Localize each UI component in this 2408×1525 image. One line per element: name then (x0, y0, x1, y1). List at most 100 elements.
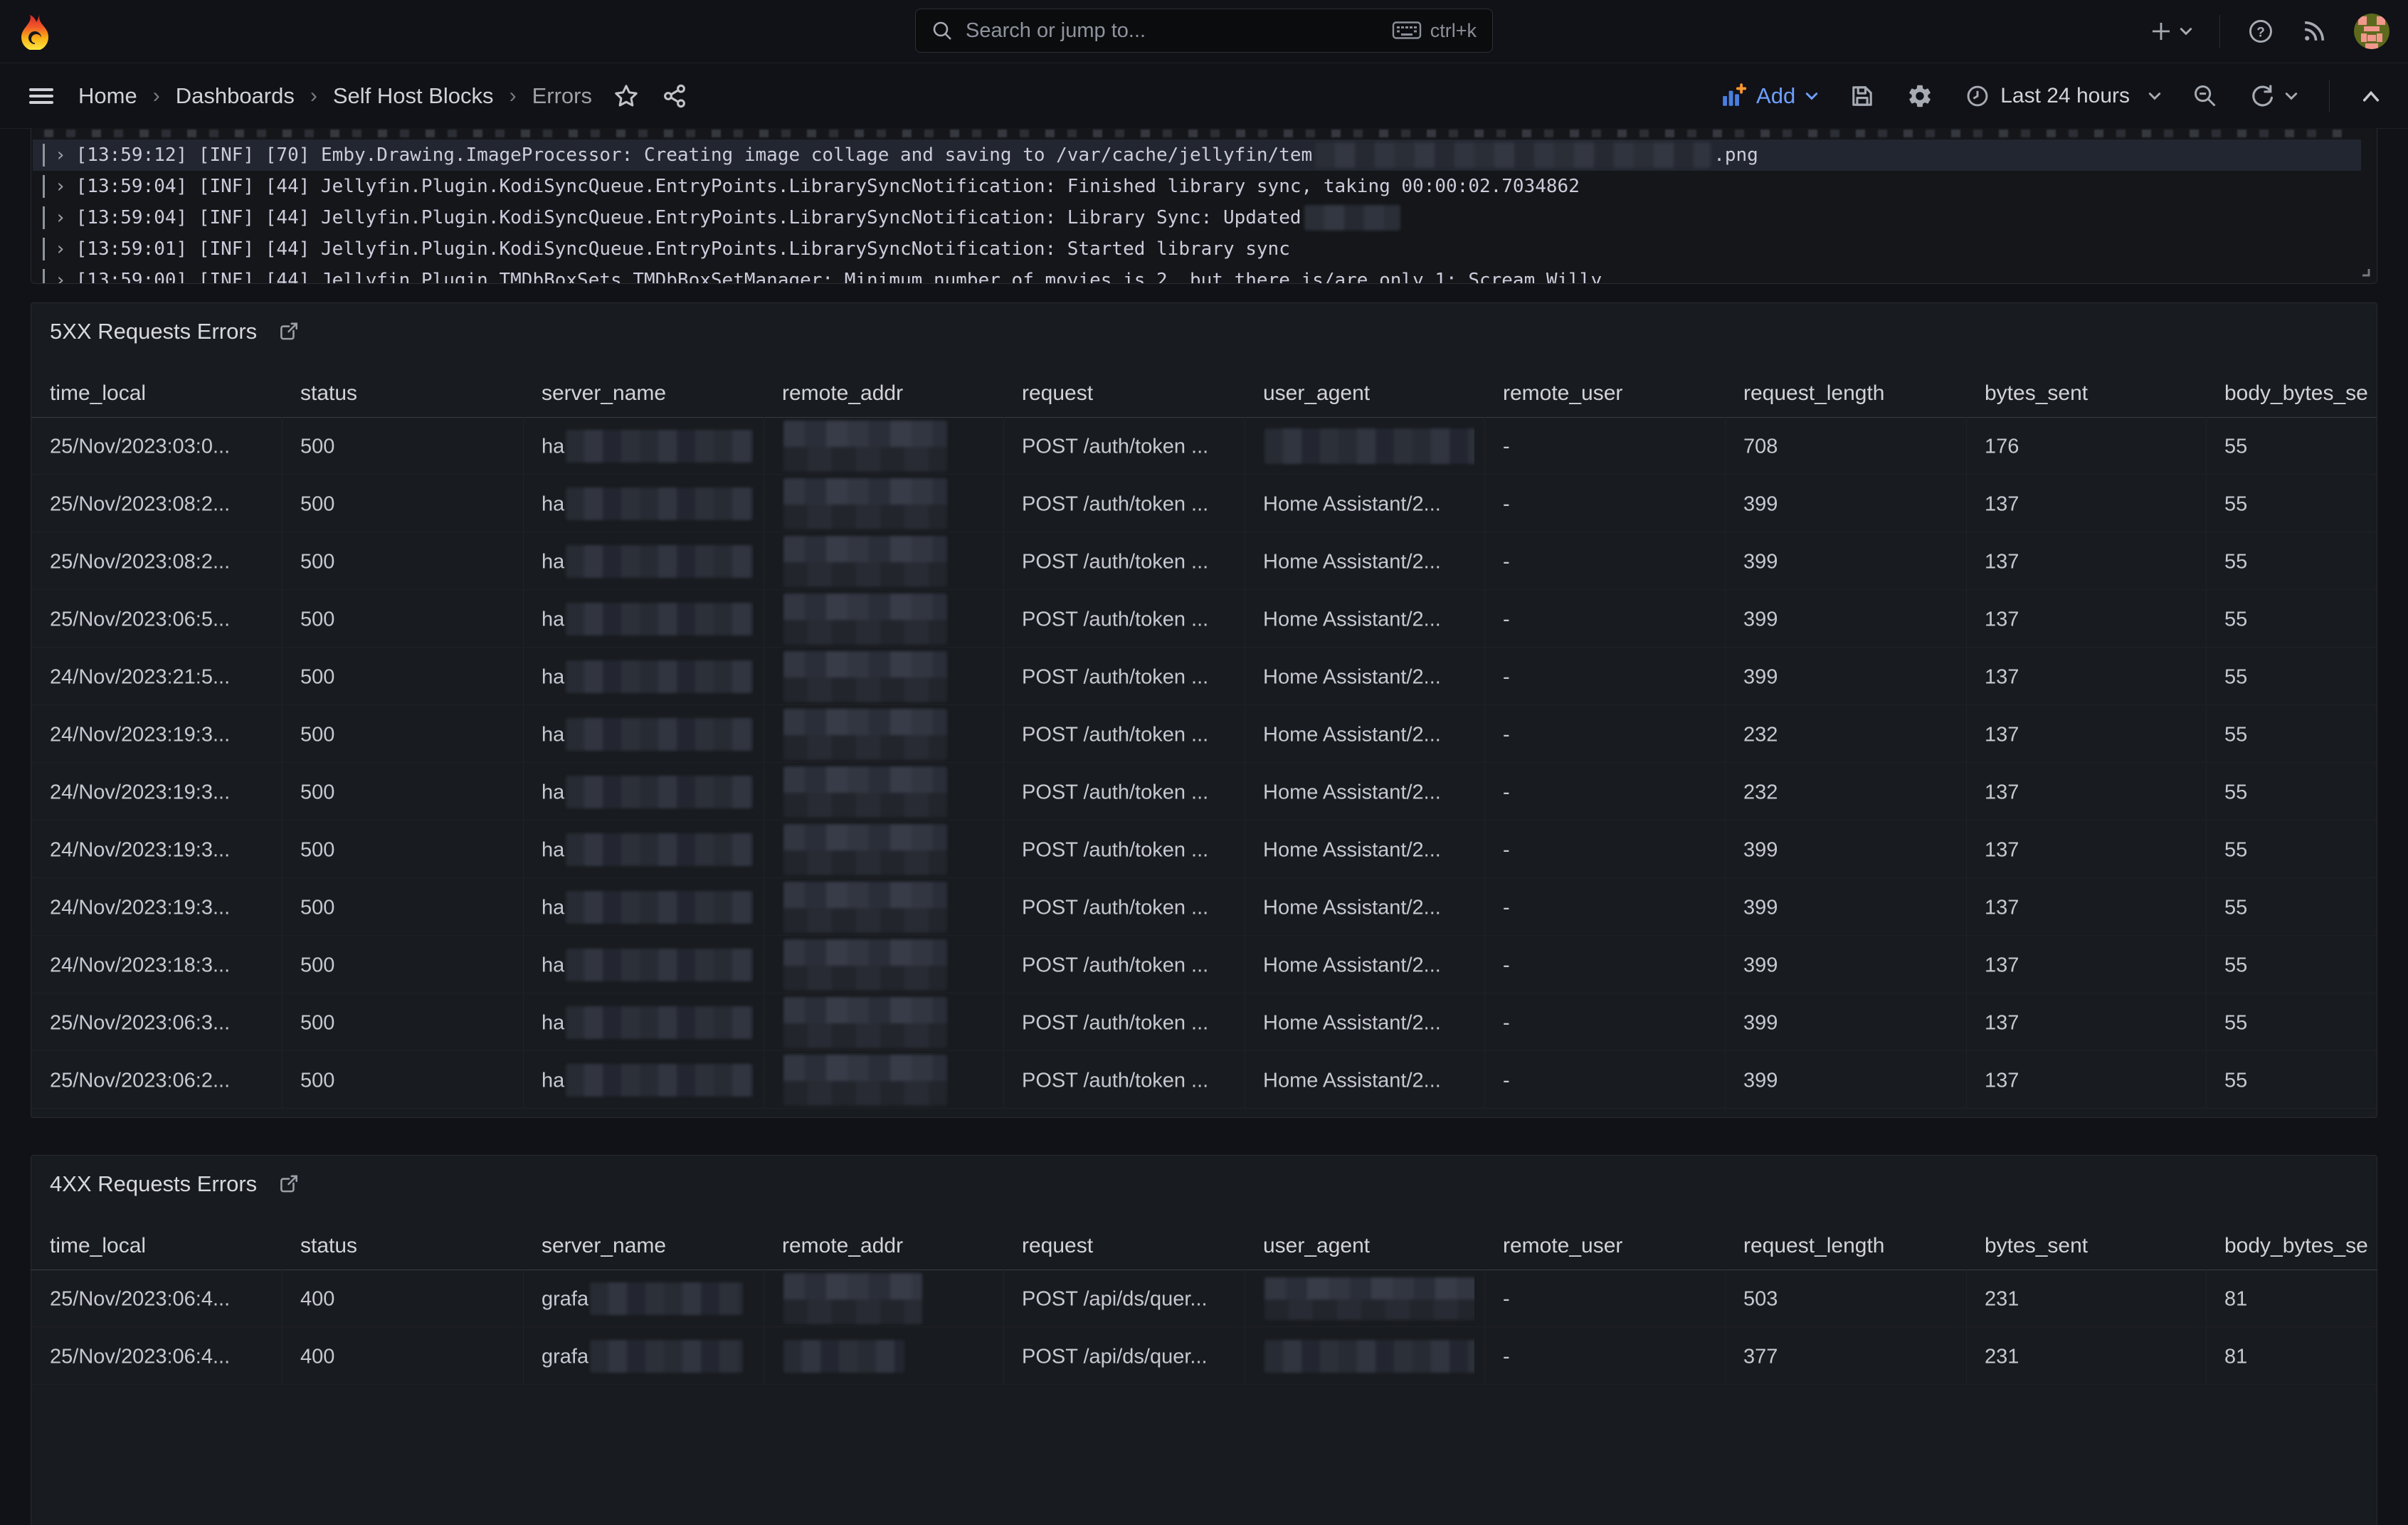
panel-title[interactable]: 4XX Requests Errors (50, 1171, 257, 1197)
menu-icon[interactable] (28, 85, 54, 107)
time-range-picker[interactable]: Last 24 hours (1965, 83, 2161, 109)
cell-request_length: 399 (1743, 993, 1956, 1050)
breadcrumb: Home › Dashboards › Self Host Blocks › E… (78, 83, 592, 109)
column-header-body_bytes_sent[interactable]: body_bytes_sent (2224, 1223, 2369, 1269)
log-row[interactable]: ›[13:59:04] [INF] [44] Jellyfin.Plugin.K… (33, 202, 2361, 233)
cell-user_agent: Home Assistant/2... (1263, 1051, 1474, 1108)
column-header-bytes_sent[interactable]: bytes_sent (1985, 371, 2196, 416)
breadcrumb-dashboard-name[interactable]: Self Host Blocks (333, 83, 494, 109)
divider (2219, 15, 2220, 48)
column-header-body_bytes_sent[interactable]: body_bytes_sent (2224, 371, 2369, 416)
refresh-button[interactable] (2249, 83, 2298, 109)
column-header-request_length[interactable]: request_length (1743, 371, 1956, 416)
log-text: .png (1713, 144, 1758, 166)
star-icon[interactable] (613, 83, 639, 109)
column-header-user_agent[interactable]: user_agent (1263, 1223, 1474, 1269)
gear-icon[interactable] (1906, 83, 1933, 110)
cell-text: 55 (2224, 1011, 2247, 1034)
column-header-request[interactable]: request (1022, 1223, 1235, 1269)
expand-chevron-icon[interactable]: › (55, 270, 66, 284)
expand-chevron-icon[interactable]: › (55, 144, 66, 166)
cell-body_bytes_sent: 55 (2224, 532, 2369, 589)
help-icon[interactable]: ? (2247, 18, 2274, 45)
share-icon[interactable] (662, 83, 687, 109)
column-header-status[interactable]: status (300, 371, 513, 416)
add-button[interactable]: Add (1721, 83, 1818, 109)
column-header-remote_user[interactable]: remote_user (1503, 371, 1715, 416)
cell-text: 24/Nov/2023:19:3... (50, 781, 230, 803)
chevron-up-icon[interactable] (2361, 89, 2381, 103)
save-icon[interactable] (1849, 83, 1875, 109)
breadcrumb-home[interactable]: Home (78, 83, 137, 109)
cell-text: 137 (1985, 781, 2019, 803)
cell-text: - (1503, 492, 1510, 515)
log-text: [13:59:12] [INF] [70] Emby.Drawing.Image… (76, 144, 1313, 166)
cell-text: - (1503, 954, 1510, 976)
column-header-request_length[interactable]: request_length (1743, 1223, 1956, 1269)
cell-text: 500 (300, 838, 334, 861)
column-header-user_agent[interactable]: user_agent (1263, 371, 1474, 416)
breadcrumb-dashboards[interactable]: Dashboards (176, 83, 295, 109)
cell-bytes_sent: 231 (1985, 1327, 2196, 1384)
log-row[interactable]: › [13:59:04] [INF] [44] Jellyfin.Plugin.K… (33, 171, 2361, 202)
grafana-logo[interactable] (19, 13, 51, 50)
column-header-time_local[interactable]: time_local (50, 1223, 272, 1269)
column-header-remote_addr[interactable]: remote_addr (782, 371, 993, 416)
cell-remote_user: - (1503, 878, 1715, 935)
log-row[interactable]: › [13:59:12] [INF] [70] Emby.Drawing.Imag… (33, 139, 2361, 171)
cell-text: 55 (2224, 492, 2247, 515)
cell-bytes_sent: 231 (1985, 1270, 2196, 1326)
cell-text: - (1503, 723, 1510, 746)
cell-text: ha (542, 665, 564, 688)
resize-corner-icon[interactable] (2357, 263, 2371, 278)
cell-text: POST /api/ds/quer... (1022, 1345, 1208, 1368)
redacted-blur (783, 824, 947, 875)
expand-chevron-icon[interactable]: › (55, 207, 66, 228)
column-header-remote_addr[interactable]: remote_addr (782, 1223, 993, 1269)
cell-status: 400 (300, 1270, 513, 1326)
column-header-request[interactable]: request (1022, 371, 1235, 416)
cell-text: 500 (300, 492, 334, 515)
cell-text: POST /auth/token ... (1022, 781, 1208, 803)
rss-icon[interactable] (2301, 19, 2327, 44)
cell-text: 377 (1743, 1345, 1778, 1368)
cell-text: 55 (2224, 1069, 2247, 1092)
column-header-server_name[interactable]: server_name (542, 1223, 754, 1269)
column-header-status[interactable]: status (300, 1223, 513, 1269)
expand-chevron-icon[interactable]: › (55, 176, 66, 197)
cell-text: 55 (2224, 954, 2247, 976)
cell-remote_user: - (1503, 417, 1715, 474)
column-header-bytes_sent[interactable]: bytes_sent (1985, 1223, 2196, 1269)
log-row[interactable]: ›[13:59:01] [INF] [44] Jellyfin.Plugin.K… (33, 233, 2361, 265)
search-input[interactable] (964, 19, 1392, 43)
cell-user_agent: Home Assistant/2... (1263, 532, 1474, 589)
redacted-blur (783, 882, 947, 933)
column-header-server_name[interactable]: server_name (542, 371, 754, 416)
cell-server_name: ha (542, 1051, 754, 1108)
column-header-time_local[interactable]: time_local (50, 371, 272, 416)
redacted-blur (1315, 142, 1711, 168)
external-link-icon[interactable] (277, 1173, 300, 1196)
table-row: 25/Nov/2023:06:2...500haPOST /auth/token… (31, 1051, 2377, 1109)
cell-body_bytes_sent: 55 (2224, 417, 2369, 474)
redacted-blur (783, 997, 947, 1048)
external-link-icon[interactable] (277, 320, 300, 343)
cell-time_local: 25/Nov/2023:06:2... (50, 1051, 272, 1108)
log-text: [13:59:04] [INF] [44] Jellyfin.Plugin.Ko… (76, 176, 1580, 197)
column-header-remote_user[interactable]: remote_user (1503, 1223, 1715, 1269)
zoom-out-icon[interactable] (2192, 83, 2218, 109)
user-avatar[interactable] (2354, 14, 2389, 49)
chevron-down-icon (1805, 91, 1818, 101)
cell-user_agent: Home Assistant/2... (1263, 705, 1474, 762)
redacted-blur (1304, 205, 1400, 231)
log-row[interactable]: ›[13:59:00] [INF] [44] Jellyfin.Plugin.T… (33, 265, 2361, 284)
new-button[interactable] (2150, 20, 2192, 43)
cell-bytes_sent: 137 (1985, 936, 2196, 993)
expand-chevron-icon[interactable]: › (55, 238, 66, 260)
panel-title[interactable]: 5XX Requests Errors (50, 319, 257, 344)
cell-text: - (1503, 1287, 1510, 1310)
cell-bytes_sent: 137 (1985, 590, 2196, 647)
cell-server_name: ha (542, 475, 754, 532)
cell-text: 400 (300, 1287, 334, 1310)
table-row: 25/Nov/2023:03:0...500haPOST /auth/token… (31, 417, 2377, 475)
